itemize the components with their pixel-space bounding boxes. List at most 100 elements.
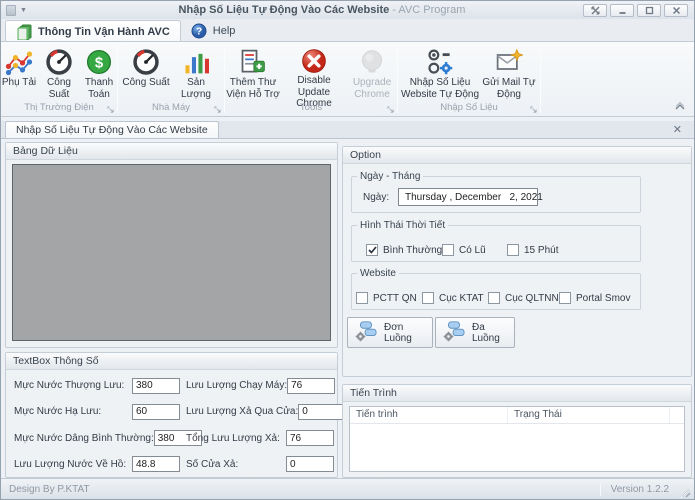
- ribbon-button-label: Thanh Toán: [81, 77, 117, 100]
- muc-nuoc-thuong-luu-input[interactable]: [132, 378, 180, 394]
- checkbox-cuc-qltnn[interactable]: Cục QLTNN: [488, 292, 559, 304]
- ribbon-button-label: Phụ Tải: [2, 77, 36, 89]
- checkbox-box: [442, 244, 454, 256]
- mail-auto-icon: [494, 47, 524, 77]
- checkbox-label: PCTT QN: [373, 293, 417, 304]
- close-button[interactable]: [664, 4, 688, 17]
- field-label: Mực Nước Dâng Bình Thường:: [14, 433, 154, 444]
- muc-nuoc-ha-luu-input[interactable]: [132, 404, 180, 420]
- checkbox-15-phut[interactable]: 15 Phút: [507, 244, 558, 256]
- ribbon-button-label: Công Suất: [122, 77, 169, 89]
- ribbon-button-label: Sản Lượng: [171, 77, 221, 100]
- ribbon-empty-area: [541, 42, 694, 116]
- ribbon-button-them-thu-vien[interactable]: Thêm Thư Viện Hỗ Trợ: [225, 44, 281, 103]
- ribbon-button-gui-mail[interactable]: Gửi Mail Tự Động: [480, 44, 538, 103]
- dialog-launcher-icon[interactable]: [387, 106, 394, 113]
- fullscreen-button[interactable]: [583, 4, 607, 17]
- ribbon-group-caption: Nhập Số Liệu: [400, 101, 538, 114]
- tab-label: Help: [213, 25, 236, 37]
- bar-chart-icon: [181, 47, 211, 77]
- chevron-down-icon[interactable]: ▼: [20, 7, 27, 14]
- gauge-icon: [131, 47, 161, 77]
- checkbox-box: [488, 292, 500, 304]
- ribbon-button-label: Gửi Mail Tự Động: [480, 77, 538, 100]
- progress-list[interactable]: Tiến trình Trạng Thái: [349, 406, 685, 472]
- luu-luong-chay-may-input[interactable]: [287, 378, 335, 394]
- dialog-launcher-icon[interactable]: [530, 106, 537, 113]
- minimize-button[interactable]: [610, 4, 634, 17]
- checkbox-box: [356, 292, 368, 304]
- scatter-chart-icon: [4, 47, 34, 77]
- checkbox-label: 15 Phút: [524, 245, 558, 256]
- ribbon-button-san-luong[interactable]: Sản Lượng: [171, 44, 221, 103]
- svg-text:?: ?: [196, 27, 202, 38]
- panel-caption: Bảng Dữ Liệu: [6, 143, 337, 160]
- group-title: Hình Thái Thời Tiết: [357, 220, 448, 231]
- panel-bang-du-lieu: Bảng Dữ Liệu: [5, 142, 338, 348]
- chrome-gray-icon: [357, 47, 387, 77]
- ribbon-button-thanh-toan[interactable]: $ Thanh Toán: [81, 44, 117, 103]
- dialog-launcher-icon[interactable]: [107, 106, 114, 113]
- resize-grip[interactable]: [679, 486, 691, 498]
- gauge-icon: [44, 47, 74, 77]
- ribbon-button-label: Công Suất: [37, 77, 81, 100]
- ribbon-button-disable-update-chrome[interactable]: Disable Update Chrome: [281, 44, 347, 103]
- ribbon-button-cong-suat-ttd[interactable]: Công Suất: [37, 44, 81, 103]
- field-label: Mực Nước Hạ Lưu:: [14, 406, 101, 417]
- checkbox-pctt-qn[interactable]: PCTT QN: [356, 292, 417, 304]
- tab-help[interactable]: ? Help: [181, 20, 246, 42]
- form-row: Lưu Lượng Nước Về Hồ:: [14, 456, 180, 473]
- checkbox-binh-thuong[interactable]: Bình Thường: [366, 244, 442, 256]
- column-header-trang-thai[interactable]: Trạng Thái: [508, 407, 670, 423]
- field-label: Lưu Lượng Chạy Máy:: [186, 380, 287, 391]
- window-controls: [583, 4, 694, 17]
- ribbon-collapse-icon[interactable]: [674, 102, 686, 110]
- group-title: Website: [357, 268, 399, 279]
- ribbon-group-caption: Tools: [227, 101, 395, 114]
- maximize-button[interactable]: [637, 4, 661, 17]
- da-luong-button[interactable]: Đa Luồng: [435, 317, 515, 348]
- column-header-tien-trinh[interactable]: Tiến trình: [350, 407, 508, 423]
- tab-thong-tin-van-hanh[interactable]: Thông Tin Vận Hành AVC: [5, 20, 181, 42]
- document-tabrow: Nhập Số Liệu Tự Động Vào Các Website ✕: [1, 121, 694, 139]
- date-picker[interactable]: Thursday , December 2, 2021: [398, 188, 538, 206]
- ribbon-button-phu-tai[interactable]: Phụ Tải: [1, 44, 37, 103]
- ribbon-button-upgrade-chrome[interactable]: Upgrade Chrome: [347, 44, 397, 103]
- app-window: ▼ Nhập Số Liệu Tự Động Vào Các Website -…: [0, 0, 695, 500]
- window-title-main: Nhập Số Liệu Tự Động Vào Các Website: [179, 4, 390, 16]
- field-label: Tổng Lưu Lượng Xả:: [186, 433, 280, 444]
- group-hinh-thai-thoi-tiet: Hình Thái Thời Tiết Bình Thường Có Lũ 15…: [351, 220, 641, 262]
- fullscreen-icon: [591, 6, 600, 15]
- data-grid-canvas[interactable]: [12, 164, 331, 341]
- checkbox-box: [422, 292, 434, 304]
- group-ngay-thang: Ngày - Tháng Ngày: Thursday , December 2…: [351, 171, 641, 213]
- dollar-circle-icon: $: [84, 47, 114, 77]
- checkbox-co-lu[interactable]: Có Lũ: [442, 244, 486, 256]
- tong-luu-luong-xa-input[interactable]: [286, 430, 334, 446]
- close-icon: [672, 6, 681, 15]
- date-value: Thursday , December 2, 2021: [405, 192, 543, 203]
- checkbox-portal-smov[interactable]: Portal Smov: [559, 292, 630, 304]
- field-label: Số Cửa Xả:: [186, 459, 238, 470]
- red-disable-icon: [299, 47, 329, 75]
- button-label: Đơn Luồng: [384, 322, 432, 344]
- form-row: Lưu Lượng Xả Qua Cửa:: [186, 403, 334, 420]
- ribbon-tabrow: Thông Tin Vận Hành AVC ? Help: [1, 19, 694, 42]
- ribbon-button-label: Thêm Thư Viện Hỗ Trợ: [225, 77, 281, 100]
- so-cua-xa-input[interactable]: [286, 456, 334, 472]
- ribbon-button-nhap-so-lieu-website[interactable]: Nhập Số Liệu Website Tự Động: [400, 44, 480, 103]
- dialog-launcher-icon[interactable]: [214, 106, 221, 113]
- checkbox-cuc-ktat[interactable]: Cục KTAT: [422, 292, 484, 304]
- ribbon-group-tools: Thêm Thư Viện Hỗ Trợ Disable Update Chro…: [225, 42, 397, 116]
- document-close-icon[interactable]: ✕: [671, 123, 684, 137]
- form-column-left: Mực Nước Thượng Lưu: Mực Nước Hạ Lưu: Mự…: [14, 377, 180, 473]
- luu-luong-xa-qua-cua-input[interactable]: [298, 404, 346, 420]
- status-design-by: Design By P.KTAT: [1, 484, 600, 495]
- form-row: Lưu Lượng Chạy Máy:: [186, 377, 334, 394]
- don-luong-button[interactable]: Đơn Luồng: [347, 317, 433, 348]
- document-tab-active[interactable]: Nhập Số Liệu Tự Động Vào Các Website: [5, 121, 219, 138]
- threads-gear-icon: [443, 320, 465, 345]
- luu-luong-nuoc-ve-ho-input[interactable]: [132, 456, 180, 472]
- checkbox-label: Cục QLTNN: [505, 293, 559, 304]
- ribbon-button-cong-suat-nm[interactable]: Công Suất: [121, 44, 171, 103]
